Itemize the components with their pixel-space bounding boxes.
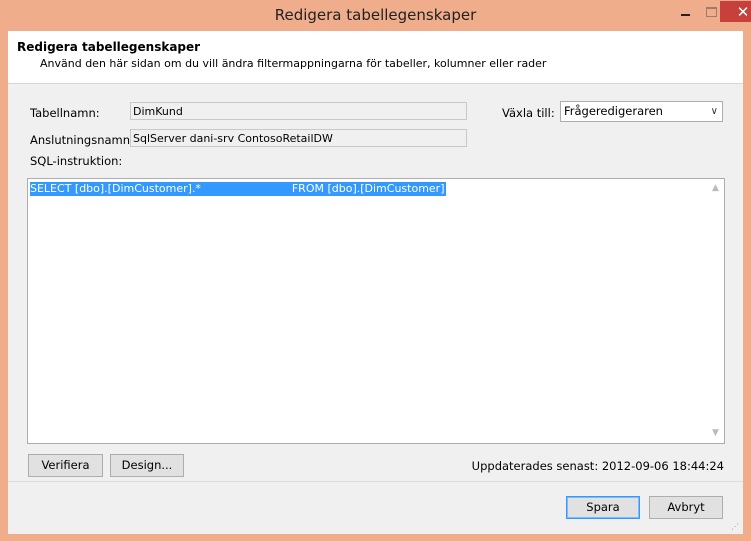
dialog-client: Redigera tabellegenskaper Använd den här…	[8, 31, 743, 534]
minimize-button[interactable]	[672, 1, 698, 22]
connection-name-label: Anslutningsnamn:	[30, 133, 134, 147]
scroll-down-icon[interactable]: ▼	[708, 426, 723, 441]
title-bar[interactable]: Redigera tabellegenskaper ✕	[0, 0, 751, 31]
design-button[interactable]: Design...	[110, 454, 184, 477]
sql-text: SELECT [dbo].[DimCustomer].* FROM [dbo].…	[30, 182, 446, 196]
dialog-window: Redigera tabellegenskaper ✕ Redigera tab…	[0, 0, 751, 541]
switch-to-label: Växla till:	[502, 106, 555, 120]
close-button[interactable]: ✕	[720, 1, 751, 22]
resize-grip-icon[interactable]: ⋰	[731, 522, 741, 532]
page-description: Använd den här sidan om du vill ändra fi…	[40, 57, 547, 70]
save-button[interactable]: Spara	[566, 496, 640, 519]
switch-to-dropdown[interactable]: Frågeredigeraren ∨	[560, 101, 723, 122]
sql-editor[interactable]: SELECT [dbo].[DimCustomer].* FROM [dbo].…	[27, 178, 725, 444]
chevron-down-icon: ∨	[710, 106, 718, 117]
sql-statement-label: SQL-instruktion:	[30, 154, 123, 168]
table-name-label: Tabellnamn:	[30, 106, 100, 120]
cancel-button[interactable]: Avbryt	[649, 496, 723, 519]
page-header: Redigera tabellegenskaper Använd den här…	[8, 31, 743, 84]
minimize-icon	[680, 13, 690, 16]
window-title: Redigera tabellegenskaper	[274, 6, 477, 24]
connection-name-field[interactable]: SqlServer dani-srv ContosoRetailDW	[130, 129, 467, 147]
page-title: Redigera tabellegenskaper	[17, 40, 201, 54]
scroll-up-icon[interactable]: ▲	[708, 181, 723, 196]
maximize-icon	[705, 6, 717, 17]
last-updated-text: Uppdaterades senast: 2012-09-06 18:44:24	[471, 459, 724, 473]
dialog-footer: Spara Avbryt ⋰	[8, 481, 743, 534]
vertical-scrollbar[interactable]: ▲ ▼	[708, 180, 723, 442]
switch-to-value: Frågeredigeraren	[564, 104, 663, 118]
table-name-field[interactable]: DimKund	[130, 102, 467, 120]
verify-button[interactable]: Verifiera	[28, 454, 103, 477]
